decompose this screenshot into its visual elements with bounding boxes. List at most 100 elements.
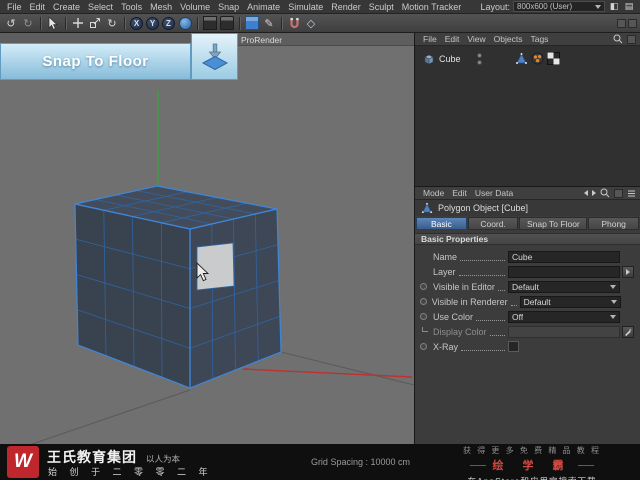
render-visibility-dot[interactable] (477, 60, 482, 65)
promo-block: 获 得 更 多 免 费 精 品 教 程 绘 学 霸 在AppStore和应用宝搜… (428, 445, 636, 480)
company-since: 始 创 于 二 零 零 二 年 (48, 467, 213, 477)
dotted-leader (461, 343, 505, 351)
history-forward-icon[interactable] (592, 190, 596, 196)
coordinate-system-icon[interactable] (177, 15, 193, 31)
rotate-tool-icon[interactable]: ↻ (104, 15, 120, 31)
snap-to-floor-button[interactable] (191, 33, 238, 80)
om-menu-edit[interactable]: Edit (441, 34, 464, 44)
panel-grid-icon[interactable]: ▤ (623, 1, 635, 13)
axis-lock-y-button[interactable]: Y (146, 16, 159, 30)
pen-tool-icon[interactable]: ✎ (261, 15, 277, 31)
chevron-down-icon (610, 284, 616, 289)
add-cube-icon[interactable] (244, 15, 260, 31)
layout-label: Layout: (480, 1, 510, 12)
tooltip-label: Snap To Floor (42, 53, 149, 70)
xray-label: X-Ray (433, 341, 459, 352)
gutter (420, 313, 433, 320)
layout-panel-icon[interactable] (628, 18, 637, 28)
menu-snap[interactable]: Snap (214, 2, 243, 12)
layout-panel-icon[interactable] (617, 18, 626, 28)
am-menu-user-data[interactable]: User Data (471, 188, 517, 198)
toolbar-divider (40, 16, 41, 30)
layout-group: Layout: 800x600 (User) ◧ ▤ (480, 1, 637, 13)
selected-polygon[interactable] (196, 242, 235, 291)
live-selection-icon[interactable] (45, 15, 61, 31)
render-view-icon[interactable] (202, 15, 218, 31)
menu-select[interactable]: Select (84, 2, 117, 12)
visible-in-renderer-select[interactable]: Default (519, 295, 622, 308)
company-tagline: 以人为本 (146, 454, 181, 464)
visible-in-editor-select[interactable]: Default (508, 280, 620, 293)
promo-line2: 绘 学 霸 (428, 457, 636, 473)
tab-basic[interactable]: Basic (416, 217, 467, 230)
scale-tool-icon[interactable] (87, 15, 103, 31)
filter-icon[interactable] (627, 34, 636, 44)
menu-animate[interactable]: Animate (243, 2, 284, 12)
chevron-down-icon (610, 314, 616, 319)
use-color-value: Off (512, 311, 524, 322)
menu-create[interactable]: Create (49, 2, 84, 12)
redo-icon[interactable]: ↻ (20, 15, 36, 31)
menu-file[interactable]: File (3, 2, 26, 12)
om-menu-file[interactable]: File (419, 34, 441, 44)
menu-simulate[interactable]: Simulate (284, 2, 327, 12)
history-back-icon[interactable] (584, 190, 588, 196)
snap-magnet-icon[interactable] (286, 15, 302, 31)
attr-row-use-color: Use Color Off (415, 309, 640, 324)
object-name[interactable]: Cube (439, 54, 461, 64)
viewport-canvas[interactable] (0, 33, 414, 444)
menu-sculpt[interactable]: Sculpt (365, 2, 398, 12)
polygon-selection-tag-icon[interactable] (515, 52, 528, 65)
om-menu-view[interactable]: View (463, 34, 489, 44)
render-settings-icon[interactable] (219, 15, 235, 31)
color-picker-button[interactable] (621, 325, 634, 338)
tab-coord[interactable]: Coord. (467, 217, 519, 230)
lock-icon[interactable] (614, 188, 623, 198)
editor-visibility-dot[interactable] (477, 53, 482, 58)
promo-rule (577, 464, 594, 466)
panel-split-icon[interactable]: ◧ (608, 1, 620, 13)
uvw-tag-icon[interactable] (547, 52, 560, 65)
xray-checkbox[interactable] (508, 341, 519, 352)
undo-icon[interactable]: ↺ (3, 15, 19, 31)
phong-tag-icon[interactable] (531, 52, 544, 65)
axis-lock-z-button[interactable]: Z (162, 16, 175, 30)
search-icon[interactable] (600, 188, 610, 198)
menu-volume[interactable]: Volume (176, 2, 214, 12)
dotted-leader (497, 283, 505, 291)
tab-phong[interactable]: Phong (588, 217, 639, 230)
menu-burger-icon[interactable] (627, 189, 636, 198)
layout-dropdown[interactable]: 800x600 (User) (513, 1, 605, 12)
cube-object[interactable] (74, 185, 282, 389)
axis-lock-x-button[interactable]: X (130, 16, 143, 30)
layer-expand-button[interactable] (621, 265, 634, 278)
layer-field[interactable] (508, 265, 620, 278)
move-tool-icon[interactable] (70, 15, 86, 31)
search-icon[interactable] (613, 34, 623, 44)
cube-object-icon (424, 54, 434, 65)
keyframe-dot-icon[interactable] (420, 313, 427, 320)
use-color-select[interactable]: Off (508, 310, 620, 323)
display-color-swatch[interactable] (508, 325, 620, 338)
keyframe-dot-icon[interactable] (420, 283, 427, 290)
menu-mesh[interactable]: Mesh (146, 2, 176, 12)
tab-snap-to-floor[interactable]: Snap To Floor (519, 217, 588, 230)
toolbar-divider (281, 16, 282, 30)
viewport-menu-prorender[interactable]: ProRender (241, 35, 282, 45)
am-menu-edit[interactable]: Edit (448, 188, 471, 198)
om-menu-objects[interactable]: Objects (490, 34, 527, 44)
menu-render[interactable]: Render (327, 2, 365, 12)
viewport[interactable]: ProRender (0, 33, 414, 444)
object-row-cube[interactable]: Cube (415, 51, 640, 67)
attribute-tabs: Basic Coord. Snap To Floor Phong (415, 216, 640, 230)
am-menu-mode[interactable]: Mode (419, 188, 448, 198)
menu-motion-tracker[interactable]: Motion Tracker (398, 2, 466, 12)
om-menu-tags[interactable]: Tags (526, 34, 552, 44)
workplane-icon[interactable]: ◇ (303, 15, 319, 31)
name-input[interactable]: Cube (508, 250, 620, 263)
menu-edit[interactable]: Edit (26, 2, 50, 12)
section-label: Basic Properties (421, 234, 489, 244)
keyframe-dot-icon[interactable] (420, 343, 427, 350)
menu-tools[interactable]: Tools (117, 2, 146, 12)
keyframe-dot-icon[interactable] (420, 298, 427, 305)
